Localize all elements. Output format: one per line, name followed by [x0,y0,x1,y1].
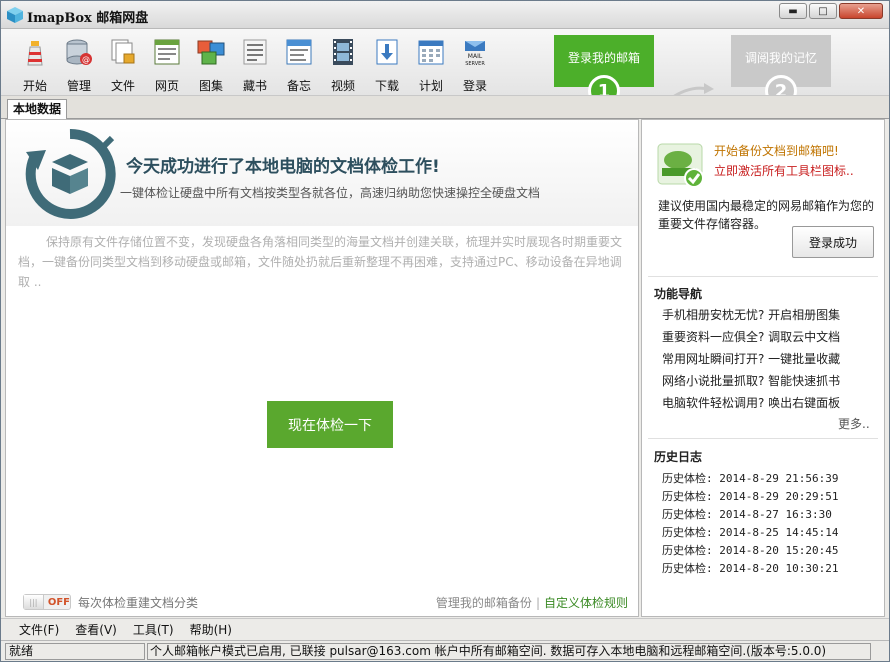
cloud-check-icon [657,143,704,188]
tool-webpage[interactable]: 网页 [145,35,189,95]
tool-label: 视频 [330,79,355,93]
menu-tools[interactable]: 工具(T) [133,621,174,638]
svg-text:MAIL: MAIL [468,53,483,60]
toggle-knob: ||| [24,595,44,609]
menu-help[interactable]: 帮助(H) [190,621,232,638]
video-icon [333,39,353,65]
side-panel: 开始备份文档到邮箱吧! 立即激活所有工具栏图标.. 建议使用国内最稳定的网易邮箱… [641,119,885,617]
main-panel: 今天成功进行了本地电脑的文档体检工作! 一键体检让硬盘中所有文档按类型各就各位，… [5,119,639,617]
tool-label: 网页 [154,79,179,93]
lighthouse-icon [27,41,43,66]
pictures-icon [197,40,225,65]
divider [648,276,878,277]
download-icon [376,39,398,65]
side-login-box: 开始备份文档到邮箱吧! 立即激活所有工具栏图标.. 建议使用国内最稳定的网易邮箱… [642,120,884,272]
book-icon [243,39,267,65]
history-item: 历史体检: 2014-8-25 14:45:14 [662,526,839,539]
window-title: ImapBox 邮箱网盘 [27,11,149,26]
cube-icon [7,7,23,23]
login-success-button[interactable]: 登录成功 [792,226,874,258]
tool-label: 管理 [66,79,91,93]
toolbar: 开始 @ 管理 文件 网页 图集 藏书 备忘 视频 下载 计划 MAIL SER… [1,29,889,107]
dropbox-refresh-icon [25,128,116,219]
nav-item[interactable]: 网络小说批量抓取? 智能快速抓书 [662,370,840,392]
tool-download[interactable]: 下载 [365,35,409,95]
tool-start[interactable]: 开始 [13,35,57,95]
menu-file[interactable]: 文件(F) [19,621,59,638]
svg-text:SERVER: SERVER [465,61,485,67]
history-list: 历史体检: 2014-8-29 21:56:39 历史体检: 2014-8-29… [662,470,838,578]
history-item: 历史体检: 2014-8-20 15:20:45 [662,544,839,557]
toggle-label: 每次体检重建文档分类 [78,596,199,610]
tool-label: 藏书 [242,79,267,93]
tab-strip: 本地数据 [1,95,889,120]
feature-nav-list: 手机相册安枕无忧? 开启相册图集 重要资料一应俱全? 调取云中文档 常用网址瞬间… [662,304,840,414]
tool-label: 登录 [462,79,487,93]
step-view-memory[interactable]: 调阅我的记忆 2 [731,35,831,107]
tool-memo[interactable]: 备忘 [277,35,321,95]
tool-label: 文件 [110,79,135,93]
status-bar: 就绪 个人邮箱帐户模式已启用, 已联接 pulsar@163.com 帐户中所有… [1,640,889,661]
memo-icon [286,39,312,65]
history-item: 历史体检: 2014-8-27 16:3:30 [662,508,832,521]
tool-label: 下载 [374,79,399,93]
step-login-mailbox[interactable]: 登录我的邮箱 1 [554,35,654,107]
svg-text:@: @ [82,55,90,64]
tool-books[interactable]: 藏书 [233,35,277,95]
tool-label: 图集 [198,79,223,93]
files-icon [111,39,135,64]
menu-view[interactable]: 查看(V) [75,621,117,638]
tool-login[interactable]: MAIL SERVER 登录 [453,35,497,95]
history-item: 历史体检: 2014-8-20 10:30:21 [662,562,839,575]
calendar-icon [418,40,444,65]
tool-pictures[interactable]: 图集 [189,35,233,95]
more-link[interactable]: 更多.. [838,415,870,432]
database-icon: @ [66,39,92,65]
title-bar[interactable]: ImapBox 邮箱网盘 ▬ □ ✕ [1,1,889,29]
history-item: 历史体检: 2014-8-29 21:56:39 [662,472,839,485]
close-button[interactable]: ✕ [839,3,883,19]
tool-files[interactable]: 文件 [101,35,145,95]
tool-manage[interactable]: @ 管理 [57,35,101,95]
webpage-icon [154,39,180,65]
manage-backup-link[interactable]: 管理我的邮箱备份 [436,596,532,610]
menu-bar: 文件(F) 查看(V) 工具(T) 帮助(H) [1,618,889,640]
bottom-links: 管理我的邮箱备份 | 自定义体检规则 [436,594,628,611]
app-window: ImapBox 邮箱网盘 ▬ □ ✕ 开始 @ 管理 文件 网页 图集 藏书 备… [0,0,890,662]
rebuild-toggle[interactable]: ||| OFF [23,594,71,610]
status-ready: 就绪 [5,643,145,660]
tab-local-data[interactable]: 本地数据 [7,99,68,120]
toggle-state: OFF [47,596,70,608]
divider [648,438,878,439]
link-separator: | [535,596,540,610]
nav-section-title: 功能导航 [654,287,703,301]
minimize-button[interactable]: ▬ [779,3,807,19]
feature-description: 保持原有文件存储位置不变，发现硬盘各角落相同类型的海量文档并创建关联，梳理并实时… [18,235,623,289]
tool-label: 开始 [22,79,47,93]
toolbar-tools: 开始 @ 管理 文件 网页 图集 藏书 备忘 视频 下载 计划 MAIL SER… [13,35,497,95]
hero-title: 今天成功进行了本地电脑的文档体检工作! [126,157,440,177]
activate-prompt[interactable]: 立即激活所有工具栏图标.. [714,162,854,179]
history-section-title: 历史日志 [654,450,703,464]
tool-video[interactable]: 视频 [321,35,365,95]
custom-rules-link[interactable]: 自定义体检规则 [544,596,628,610]
nav-item[interactable]: 手机相册安枕无忧? 开启相册图集 [662,304,840,326]
nav-item[interactable]: 常用网址瞬间打开? 一键批量收藏 [662,348,840,370]
backup-prompt[interactable]: 开始备份文档到邮箱吧! [714,142,839,159]
history-item: 历史体检: 2014-8-29 20:29:51 [662,490,839,503]
maximize-button[interactable]: □ [809,3,837,19]
mail-server-icon: MAIL SERVER [465,41,485,67]
check-now-button[interactable]: 现在体检一下 [267,401,393,448]
tool-label: 计划 [418,79,443,93]
nav-item[interactable]: 电脑软件轻松调用? 唤出右键面板 [662,392,840,414]
hero-banner: 今天成功进行了本地电脑的文档体检工作! 一键体检让硬盘中所有文档按类型各就各位，… [6,120,638,226]
status-message: 个人邮箱帐户模式已启用, 已联接 pulsar@163.com 帐户中所有邮箱空… [147,643,871,660]
nav-item[interactable]: 重要资料一应俱全? 调取云中文档 [662,326,840,348]
window-controls: ▬ □ ✕ [779,3,883,19]
hero-subtitle: 一键体检让硬盘中所有文档按类型各就各位，高速归纳助您快速操控全硬盘文档 [120,186,541,200]
tool-plan[interactable]: 计划 [409,35,453,95]
tool-label: 备忘 [286,79,311,93]
